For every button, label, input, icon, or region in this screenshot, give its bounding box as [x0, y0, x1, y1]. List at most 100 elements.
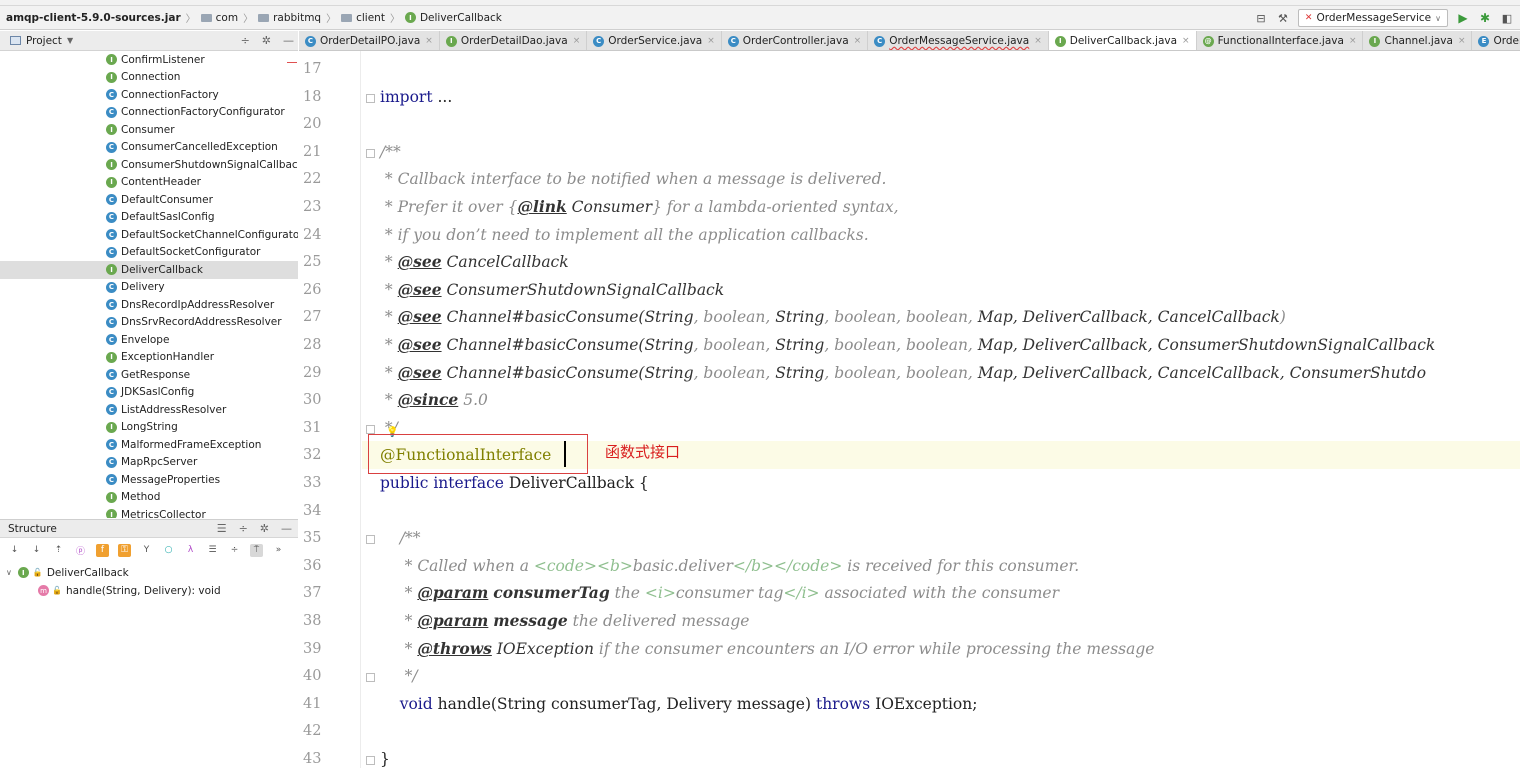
close-icon[interactable]: × — [1182, 36, 1190, 46]
tab-orderdetaildao[interactable]: I OrderDetailDao.java × — [440, 31, 588, 50]
structure-root[interactable]: ∨ I 🔓 DeliverCallback — [6, 564, 129, 581]
tab-orderdetailpo[interactable]: C OrderDetailPO.java × — [299, 31, 440, 50]
tree-item[interactable]: C MapRpcServer — [106, 454, 197, 472]
fold-marker-icon[interactable] — [366, 756, 375, 765]
code-line[interactable] — [362, 717, 380, 745]
project-panel-title[interactable]: Project — [26, 35, 62, 47]
debug-icon[interactable]: ✱ — [1478, 11, 1492, 25]
tree-item[interactable]: C DnsSrvRecordAddressResolver — [106, 314, 282, 332]
code-editor[interactable]: import .../** * Callback interface to be… — [362, 51, 1520, 768]
show-lambda-icon[interactable]: λ — [184, 544, 197, 557]
code-line[interactable]: import ... — [362, 83, 452, 111]
code-line[interactable]: * @param consumerTag the <i>consumer tag… — [362, 579, 1059, 607]
code-line[interactable]: * @throws IOException if the consumer en… — [362, 635, 1155, 663]
code-line[interactable]: * @see Channel#basicConsume(String, bool… — [362, 303, 1286, 331]
tab-orderstatus[interactable]: EOrderStatus.java× — [1472, 31, 1520, 50]
chevron-down-icon[interactable]: ▼ — [67, 36, 73, 45]
tree-item[interactable]: C MalformedFrameException — [106, 436, 261, 454]
tree-item[interactable]: C ConnectionFactoryConfigurator — [106, 104, 285, 122]
tree-item[interactable]: I Consumer — [106, 121, 175, 139]
close-icon[interactable]: × — [1349, 36, 1357, 46]
chevron-down-icon[interactable]: ∨ — [6, 568, 12, 577]
tree-item[interactable]: C Envelope — [106, 331, 169, 349]
run-configuration-select[interactable]: ✕ OrderMessageService ∨ — [1297, 9, 1448, 27]
more-icon[interactable]: » — [272, 544, 285, 557]
tree-item-selected[interactable]: I DeliverCallback — [106, 261, 203, 279]
structure-method[interactable]: m 🔓 handle(String, Delivery): void — [38, 582, 221, 599]
code-line[interactable]: * @see ConsumerShutdownSignalCallback — [362, 276, 724, 304]
breadcrumb-jar[interactable]: amqp-client-5.9.0-sources.jar — [6, 12, 181, 24]
tree-item[interactable]: I Connection — [106, 69, 180, 87]
code-line[interactable]: * @since 5.0 — [362, 386, 488, 414]
code-line[interactable]: public interface DeliverCallback { — [362, 469, 649, 497]
code-line[interactable]: * @see Channel#basicConsume(String, bool… — [362, 331, 1435, 359]
tree-item[interactable]: I Method — [106, 489, 160, 507]
breadcrumb-client[interactable]: client — [341, 12, 385, 24]
tree-item[interactable]: I LongString — [106, 419, 178, 437]
collapse-all-icon[interactable]: ÷ — [241, 34, 250, 47]
tab-orderservice[interactable]: C OrderService.java × — [587, 31, 722, 50]
fold-marker-icon[interactable] — [366, 149, 375, 158]
autoscroll-icon[interactable]: ⍑ — [250, 543, 263, 557]
code-line[interactable]: * @see Channel#basicConsume(String, bool… — [362, 359, 1426, 387]
breadcrumb-delivercallback[interactable]: I DeliverCallback — [404, 12, 502, 24]
tree-item[interactable]: C GetResponse — [106, 366, 190, 384]
tab-channel[interactable]: I Channel.java × — [1363, 31, 1473, 50]
breadcrumb-rabbitmq[interactable]: rabbitmq — [258, 12, 321, 24]
fold-marker-icon[interactable] — [366, 425, 375, 434]
close-icon[interactable]: × — [1034, 36, 1042, 46]
tree-item[interactable]: C JDKSaslConfig — [106, 384, 194, 402]
code-line[interactable]: void handle(String consumerTag, Delivery… — [362, 690, 978, 718]
show-properties-icon[interactable]: ⓟ — [74, 544, 87, 557]
code-line[interactable]: * @param message the delivered message — [362, 607, 750, 635]
tree-item[interactable]: C ConsumerCancelledException — [106, 139, 278, 157]
tree-item[interactable]: C ConnectionFactory — [106, 86, 219, 104]
show-anonymous-icon[interactable]: ○ — [162, 544, 175, 557]
lightbulb-icon[interactable]: 💡 — [386, 427, 398, 438]
hide-panel-icon[interactable]: — — [281, 522, 292, 535]
code-line[interactable] — [362, 55, 380, 83]
tree-item[interactable]: I ConsumerShutdownSignalCallback — [106, 156, 298, 174]
gear-icon[interactable]: ✲ — [262, 34, 271, 47]
fold-marker-icon[interactable] — [366, 673, 375, 682]
coverage-icon[interactable]: ◧ — [1500, 11, 1514, 25]
tree-item[interactable]: C Delivery — [106, 279, 165, 297]
collapse-all-icon[interactable]: ÷ — [228, 544, 241, 557]
close-icon[interactable]: × — [1458, 36, 1466, 46]
close-icon[interactable]: × — [573, 36, 581, 46]
show-fields-icon[interactable]: f — [96, 543, 109, 557]
code-line[interactable] — [362, 497, 380, 525]
tree-item[interactable]: C DefaultSocketConfigurator — [106, 244, 260, 262]
tree-item[interactable]: C ListAddressResolver — [106, 401, 226, 419]
tree-item[interactable]: C DefaultSocketChannelConfigurator — [106, 226, 298, 244]
breadcrumb-com[interactable]: com — [200, 12, 238, 24]
close-icon[interactable]: × — [707, 36, 715, 46]
close-icon[interactable]: × — [425, 36, 433, 46]
show-inherited-icon[interactable]: ⇡ — [52, 544, 65, 557]
show-non-public-icon[interactable]: ⚿ — [118, 543, 131, 557]
tree-item[interactable]: C DefaultConsumer — [106, 191, 213, 209]
fold-marker-icon[interactable] — [366, 94, 375, 103]
code-line[interactable]: @FunctionalInterface — [362, 441, 1520, 469]
code-line[interactable]: * Called when a <code><b>basic.deliver</… — [362, 552, 1080, 580]
code-line[interactable]: * Prefer it over {@link Consumer} for a … — [362, 193, 899, 221]
collapse-all-icon[interactable]: ÷ — [239, 522, 248, 535]
tab-ordercontroller[interactable]: C OrderController.java × — [722, 31, 869, 50]
tree-item[interactable]: C DnsRecordIpAddressResolver — [106, 296, 274, 314]
code-line[interactable]: * Callback interface to be notified when… — [362, 165, 887, 193]
code-line[interactable]: * if you don’t need to implement all the… — [362, 221, 869, 249]
expand-all-icon[interactable]: ☰ — [206, 544, 219, 557]
close-icon[interactable]: × — [854, 36, 862, 46]
run-icon[interactable]: ▶ — [1456, 11, 1470, 25]
tree-item[interactable]: I ConfirmListener — [106, 51, 205, 69]
tab-delivercallback[interactable]: I DeliverCallback.java × — [1048, 31, 1197, 50]
hide-panel-icon[interactable]: — — [283, 34, 294, 47]
tree-item[interactable]: I ContentHeader — [106, 174, 201, 192]
gear-icon[interactable]: ✲ — [260, 522, 269, 535]
code-line[interactable]: * @see CancelCallback — [362, 248, 569, 276]
tree-item[interactable]: I MetricsCollector — [106, 506, 206, 518]
structure-panel-title[interactable]: Structure — [8, 523, 57, 535]
show-lambdas-icon[interactable]: Y — [140, 544, 153, 557]
tree-item[interactable]: C DefaultSaslConfig — [106, 209, 215, 227]
fold-marker-icon[interactable] — [366, 535, 375, 544]
